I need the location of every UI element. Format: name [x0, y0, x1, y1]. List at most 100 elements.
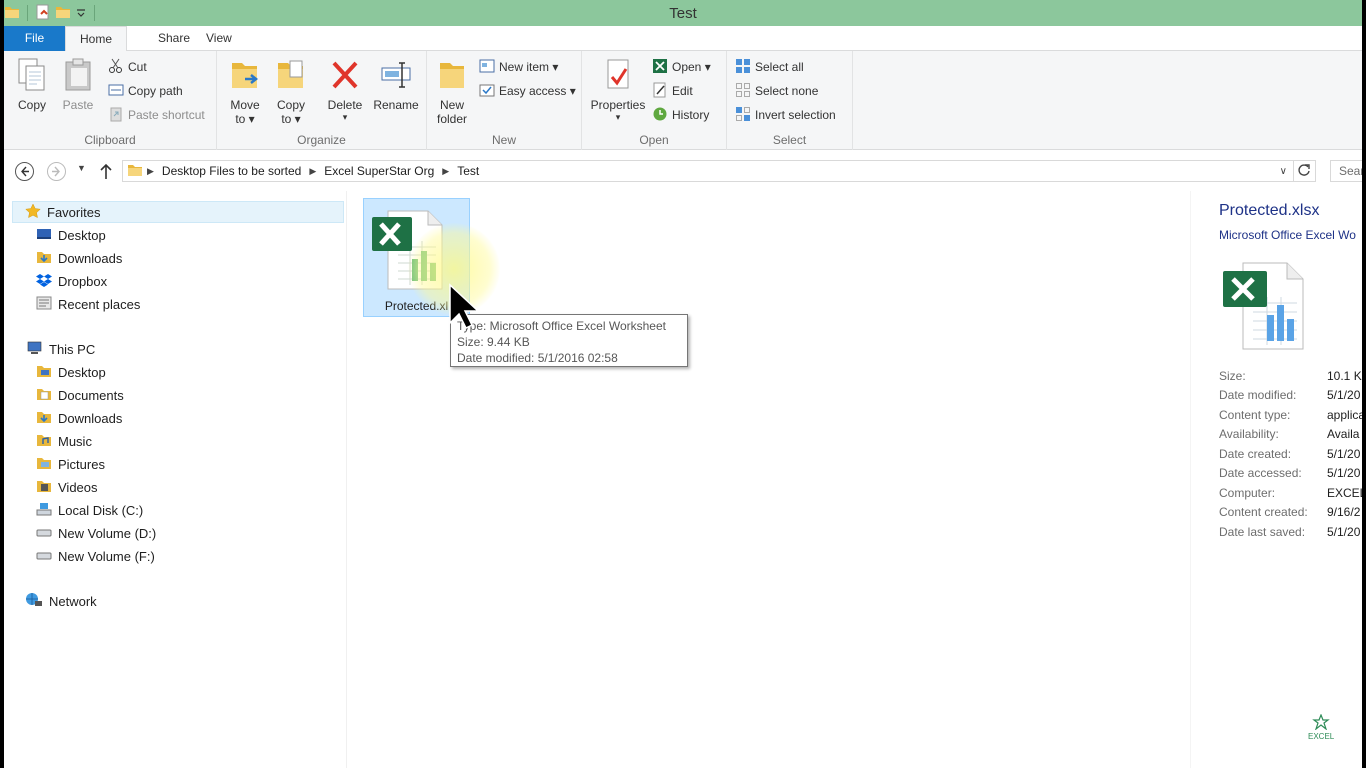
history-label: History: [672, 108, 710, 122]
open-button[interactable]: Open ▾: [652, 57, 711, 77]
breadcrumb-arrow-icon[interactable]: ▶: [309, 166, 316, 177]
clipboard-group: Copy Paste Cut Copy path Paste shortcut …: [4, 51, 217, 150]
nav-this-pc[interactable]: This PC: [25, 338, 95, 360]
nav-fav-desktop[interactable]: Desktop: [36, 224, 106, 246]
move-to-button[interactable]: Move to ▾: [225, 57, 265, 126]
delete-dropdown-icon: ▾: [342, 112, 348, 122]
paste-shortcut-button[interactable]: Paste shortcut: [108, 105, 205, 125]
address-bar[interactable]: ▶ Desktop Files to be sorted ▶ Excel Sup…: [122, 160, 1294, 182]
new-folder-button[interactable]: New folder: [431, 57, 473, 126]
details-pane: Protected.xlsx Microsoft Office Excel Wo…: [1190, 191, 1362, 768]
invert-selection-button[interactable]: Invert selection: [735, 105, 836, 125]
delete-x-icon: [323, 57, 367, 96]
cut-button[interactable]: Cut: [108, 57, 147, 77]
nav-fav-recent-places[interactable]: Recent places: [36, 293, 140, 315]
file-list: Protected.xl Type: Microsoft Office Exce…: [348, 191, 1190, 768]
nav-pc-downloads[interactable]: Downloads: [36, 407, 122, 429]
copy-icon: [12, 57, 52, 96]
search-input[interactable]: Sear: [1330, 160, 1362, 182]
tab-file[interactable]: File: [4, 26, 65, 51]
edit-icon: [652, 82, 668, 101]
organize-group-label: Organize: [297, 133, 346, 147]
properties-large-icon: [588, 57, 648, 96]
nav-item-label: Local Disk (C:): [58, 502, 144, 518]
new-folder-large-icon: [431, 57, 473, 96]
nav-network[interactable]: Network: [25, 590, 97, 612]
back-button[interactable]: [14, 161, 35, 185]
paste-shortcut-icon: [108, 106, 124, 125]
star-logo-icon: [1311, 713, 1331, 733]
navigation-pane: Favorites Desktop Downloads Dropbox Rece…: [4, 191, 347, 768]
refresh-icon: [1297, 163, 1311, 180]
cut-label: Cut: [128, 60, 147, 74]
nav-item-label: Pictures: [58, 456, 105, 472]
delete-button[interactable]: Delete ▾: [323, 57, 367, 123]
new-group-label: New: [491, 133, 516, 147]
easy-access-button[interactable]: Easy access ▾: [479, 81, 576, 101]
nav-pc-new-volume-d[interactable]: New Volume (D:): [36, 522, 156, 544]
breadcrumb-excel-superstar-org[interactable]: Excel SuperStar Org: [324, 164, 434, 178]
paste-button[interactable]: Paste: [58, 57, 98, 112]
computer-icon: [25, 340, 43, 359]
copy-path-button[interactable]: Copy path: [108, 81, 183, 101]
invert-selection-icon: [735, 106, 751, 125]
select-all-icon: [735, 58, 751, 77]
explorer-window: Test File Home Share View Copy Paste Cut…: [4, 0, 1362, 768]
rename-button[interactable]: Rename: [371, 57, 421, 112]
tooltip-date-modified: Date modified: 5/1/2016 02:58: [457, 351, 618, 365]
refresh-button[interactable]: [1292, 160, 1316, 182]
mouse-pointer-icon: [448, 283, 480, 332]
new-folder-label-1: New: [439, 98, 464, 112]
copy-to-label-2: to ▾: [281, 112, 301, 126]
network-icon: [25, 592, 43, 611]
breadcrumb-test[interactable]: Test: [457, 164, 479, 178]
copy-path-label: Copy path: [128, 84, 183, 98]
nav-pc-pictures[interactable]: Pictures: [36, 453, 105, 475]
select-none-button[interactable]: Select none: [735, 81, 818, 101]
breadcrumb-desktop-files[interactable]: Desktop Files to be sorted: [162, 164, 301, 178]
logo-text: EXCEL: [1308, 732, 1335, 741]
new-item-icon: [479, 58, 495, 77]
nav-favorites[interactable]: Favorites: [12, 201, 344, 223]
nav-item-label: New Volume (F:): [58, 548, 155, 564]
nav-network-label: Network: [49, 593, 97, 609]
nav-pc-desktop[interactable]: Desktop: [36, 361, 106, 383]
nav-pc-music[interactable]: Music: [36, 430, 92, 452]
edit-button[interactable]: Edit: [652, 81, 693, 101]
history-icon: [652, 106, 668, 125]
move-folder-icon: [225, 57, 265, 96]
address-dropdown-chevron-icon[interactable]: ∨: [1280, 166, 1287, 177]
up-button[interactable]: [98, 161, 114, 184]
copy-path-icon: [108, 82, 124, 101]
nav-pc-documents[interactable]: Documents: [36, 384, 124, 406]
nav-pc-local-disk-c[interactable]: Local Disk (C:): [36, 499, 143, 521]
history-button[interactable]: History: [652, 105, 709, 125]
nav-fav-dropbox[interactable]: Dropbox: [36, 270, 107, 292]
breadcrumb-arrow-icon[interactable]: ▶: [147, 166, 154, 177]
select-all-button[interactable]: Select all: [735, 57, 804, 77]
nav-fav-downloads[interactable]: Downloads: [36, 247, 122, 269]
downloads-folder-icon: [36, 249, 52, 268]
breadcrumb-arrow-icon[interactable]: ▶: [442, 166, 449, 177]
forward-button[interactable]: [46, 161, 67, 185]
star-icon: [25, 202, 41, 222]
nav-pc-videos[interactable]: Videos: [36, 476, 98, 498]
copy-to-button[interactable]: Copy to ▾: [271, 57, 311, 126]
excel-superstar-logo: EXCEL: [1308, 713, 1335, 741]
properties-button[interactable]: Properties ▾: [588, 57, 648, 123]
tab-view[interactable]: View: [192, 26, 246, 51]
move-to-label-2: to ▾: [235, 112, 255, 126]
new-item-button[interactable]: New item ▾: [479, 57, 558, 77]
tab-home[interactable]: Home: [65, 26, 127, 52]
new-group: New folder New item ▾ Easy access ▾ New: [427, 51, 582, 150]
nav-pc-new-volume-f[interactable]: New Volume (F:): [36, 545, 155, 567]
recent-locations-chevron-icon[interactable]: ▼: [77, 163, 86, 173]
easy-access-label: Easy access ▾: [499, 84, 576, 98]
nav-item-label: Music: [58, 433, 92, 449]
scissors-icon: [108, 58, 124, 77]
select-group: Select all Select none Invert selection …: [727, 51, 853, 150]
invert-selection-label: Invert selection: [755, 108, 836, 122]
nav-item-label: Desktop: [58, 227, 106, 243]
excel-file-icon: [1221, 259, 1311, 356]
copy-button[interactable]: Copy: [12, 57, 52, 112]
